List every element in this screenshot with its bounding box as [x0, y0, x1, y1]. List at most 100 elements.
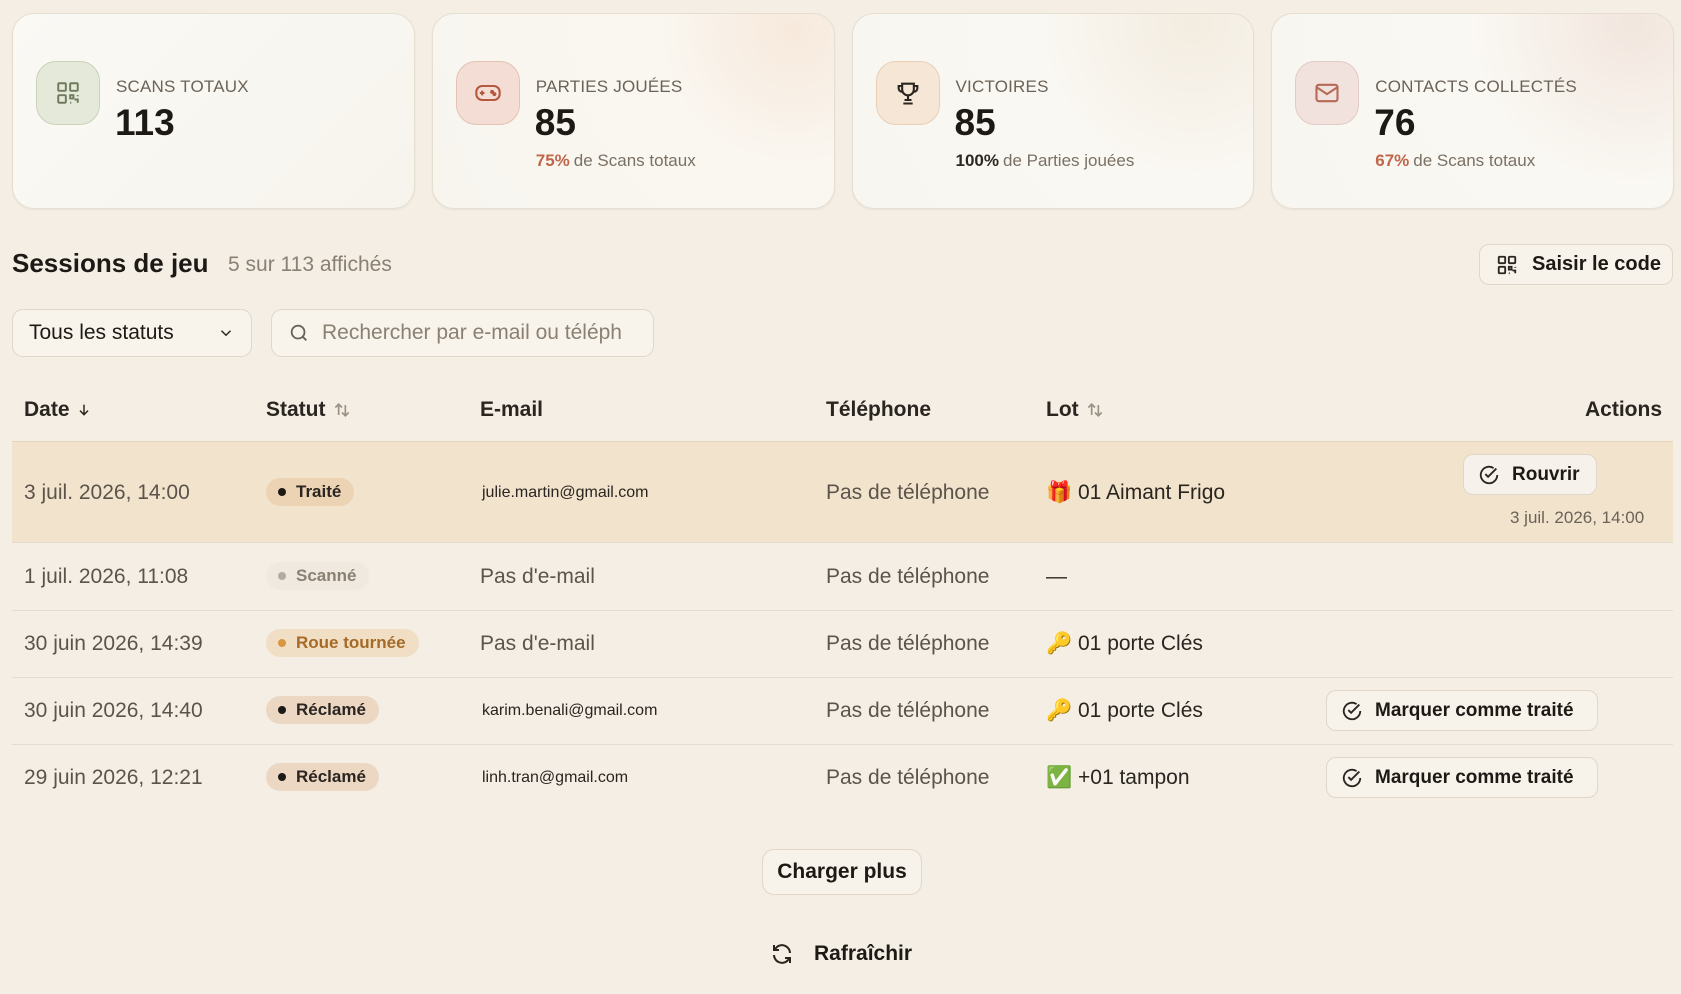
stat-value: 85 [534, 102, 576, 143]
table-row[interactable]: 1 juil. 2026, 11:08 Scanné Pas d'e-mail … [12, 543, 1673, 611]
status-badge: Roue tournée [266, 629, 419, 657]
table-row[interactable]: 30 juin 2026, 14:40 Réclamé karim.benali… [12, 678, 1673, 745]
gift-icon: 🎁 [1046, 481, 1073, 504]
status-label: Réclamé [296, 700, 366, 719]
sort-date-header[interactable]: Date [24, 398, 92, 422]
arrow-down-icon [76, 401, 92, 419]
status-filter-value: Tous les statuts [29, 321, 174, 344]
check-mark-icon: ✅ [1046, 766, 1073, 789]
header-label: Statut [266, 398, 326, 421]
reopen-label: Rouvrir [1512, 463, 1580, 485]
stat-ratio-label: de Parties jouées [1002, 151, 1135, 170]
mark-processed-label: Marquer comme traité [1375, 766, 1574, 788]
header-label: Actions [1585, 398, 1663, 421]
status-badge: Scanné [266, 562, 370, 590]
status-label: Scanné [296, 566, 357, 585]
stat-card-contacts: CONTACTS COLLECTÉS 76 67% de Scans totaux [1271, 13, 1674, 209]
phone-header: Téléphone [826, 398, 931, 422]
lot-label: 01 porte Clés [1078, 632, 1203, 655]
stat-label: SCANS TOTAUX [116, 77, 249, 96]
table-row[interactable]: 3 juil. 2026, 14:00 Traité julie.martin@… [12, 441, 1673, 543]
sort-status-header[interactable]: Statut [266, 398, 352, 422]
stat-value: 113 [115, 102, 175, 143]
header-label: E-mail [480, 398, 544, 421]
row-phone: Pas de téléphone [826, 632, 990, 655]
status-label: Roue tournée [296, 633, 406, 652]
header-label: Téléphone [826, 398, 932, 421]
row-date: 30 juin 2026, 14:40 [24, 699, 203, 722]
stat-label: PARTIES JOUÉES [535, 77, 683, 96]
header-label: Lot [1046, 398, 1079, 421]
qr-code-icon [1496, 254, 1518, 276]
row-date: 29 juin 2026, 12:21 [24, 766, 203, 789]
stat-ratio-label: de Scans totaux [1413, 151, 1536, 170]
row-email: julie.martin@gmail.com [482, 484, 649, 501]
load-more-button[interactable]: Charger plus [762, 849, 922, 895]
stat-label: CONTACTS COLLECTÉS [1375, 77, 1577, 96]
table-row[interactable]: 30 juin 2026, 14:39 Roue tournée Pas d'e… [12, 611, 1673, 678]
stat-label: VICTOIRES [955, 77, 1049, 96]
table-row[interactable]: 29 juin 2026, 12:21 Réclamé linh.tran@gm… [12, 745, 1673, 812]
row-lot: 🔑 01 porte Clés [1046, 632, 1203, 656]
status-label: Réclamé [296, 767, 366, 786]
row-email: Pas d'e-mail [480, 565, 595, 588]
row-date: 3 juil. 2026, 14:00 [24, 481, 190, 504]
row-phone: Pas de téléphone [826, 565, 990, 588]
lot-label: 01 porte Clés [1078, 699, 1203, 722]
status-badge: Réclamé [266, 763, 379, 791]
lot-label: 01 Aimant Frigo [1078, 481, 1226, 504]
mark-processed-button[interactable]: Marquer comme traité [1326, 757, 1598, 798]
status-dot [278, 773, 286, 781]
result-count: 5 sur 113 affichés [228, 253, 392, 276]
row-lot: — [1046, 565, 1067, 589]
row-phone: Pas de téléphone [826, 699, 990, 722]
stat-card-scans: SCANS TOTAUX 113 [12, 13, 415, 209]
check-circle-icon [1478, 464, 1500, 486]
search-input[interactable] [322, 321, 622, 345]
check-circle-icon [1341, 767, 1363, 789]
stat-card-games: PARTIES JOUÉES 85 75% de Scans totaux [431, 13, 835, 209]
stat-subtext: 75% de Scans totaux [536, 151, 696, 171]
status-dot [278, 639, 286, 647]
mark-processed-button[interactable]: Marquer comme traité [1326, 690, 1598, 731]
check-circle-icon [1341, 700, 1363, 722]
stat-percent: 67% [1375, 151, 1410, 170]
row-lot: ✅ +01 tampon [1046, 766, 1190, 790]
stat-subtext: 67% de Scans totaux [1375, 151, 1535, 171]
section-title: Sessions de jeu [12, 248, 209, 278]
mail-icon [1295, 61, 1360, 125]
search-field[interactable] [271, 309, 654, 357]
header-label: Date [24, 398, 70, 421]
stat-percent: 75% [535, 151, 570, 170]
enter-code-button[interactable]: Saisir le code [1479, 244, 1673, 285]
stats-row: SCANS TOTAUX 113 PARTIES JOUÉES 85 75% de… [12, 13, 1674, 209]
refresh-button[interactable]: Rafraîchir [770, 938, 912, 970]
stat-value: 76 [1374, 102, 1416, 143]
row-email: linh.tran@gmail.com [482, 769, 629, 786]
refresh-label: Rafraîchir [814, 942, 913, 965]
actions-header: Actions [1585, 398, 1662, 422]
processed-timestamp: 3 juil. 2026, 14:00 [1510, 508, 1645, 527]
refresh-icon [770, 942, 794, 966]
key-icon: 🔑 [1046, 632, 1073, 655]
trophy-icon [875, 61, 940, 125]
stat-value: 85 [954, 102, 996, 143]
row-date: 1 juil. 2026, 11:08 [24, 565, 189, 588]
sort-icon [1085, 400, 1105, 420]
status-label: Traité [296, 482, 342, 501]
stat-card-wins: VICTOIRES 85 100% de Parties jouées [851, 13, 1255, 209]
qr-code-icon [36, 61, 100, 125]
stat-percent: 100% [955, 151, 999, 170]
reopen-button[interactable]: Rouvrir [1463, 454, 1597, 495]
mark-processed-label: Marquer comme traité [1375, 699, 1574, 721]
sort-lot-header[interactable]: Lot [1046, 398, 1105, 422]
gamepad-icon [455, 61, 520, 125]
status-filter-select[interactable]: Tous les statuts [12, 309, 252, 357]
chevron-down-icon [217, 324, 235, 342]
row-email: Pas d'e-mail [480, 632, 595, 655]
status-badge: Traité [266, 478, 355, 506]
row-phone: Pas de téléphone [826, 766, 990, 789]
key-icon: 🔑 [1046, 699, 1073, 722]
enter-code-label: Saisir le code [1532, 253, 1661, 275]
sort-icon [332, 400, 352, 420]
